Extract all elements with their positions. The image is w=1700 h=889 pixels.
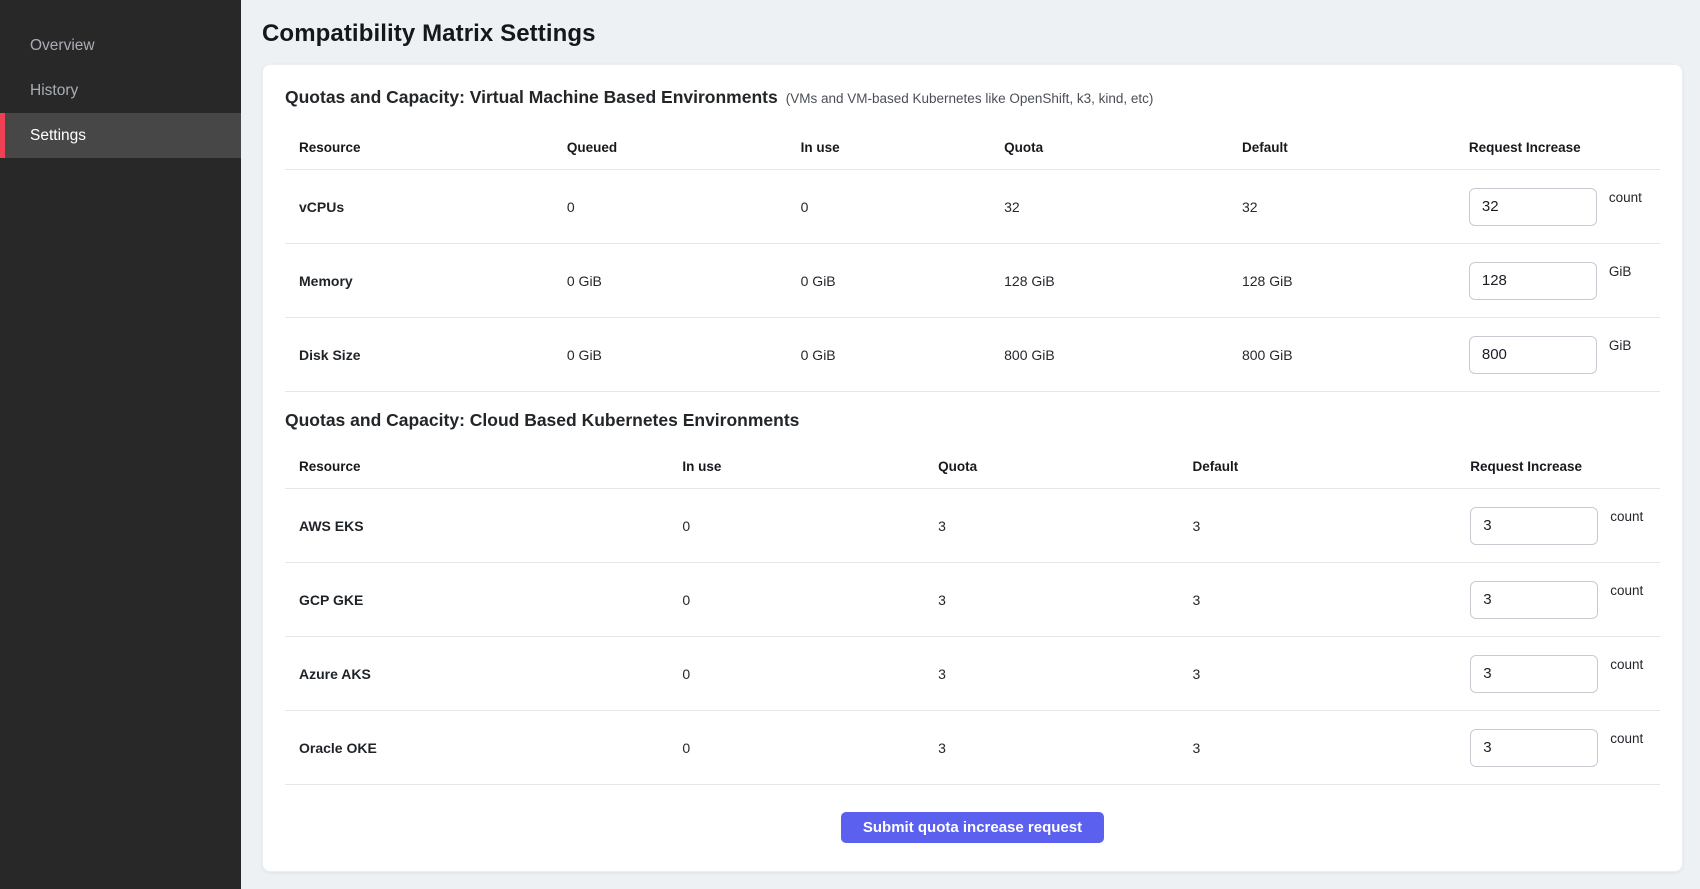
quota-value: 128 GiB [1004,273,1242,289]
sidebar-item-label: Settings [30,127,86,145]
cloud-section-header: Quotas and Capacity: Cloud Based Kuberne… [285,410,1660,431]
column-header-resource: Resource [285,459,682,474]
column-header-request-increase: Request Increase [1470,459,1660,474]
sidebar-item-overview[interactable]: Overview [0,23,241,68]
in-use-value: 0 [682,740,938,756]
page-title: Compatibility Matrix Settings [262,20,1683,48]
resource-name: AWS EKS [285,518,682,534]
request-increase-input[interactable] [1469,188,1597,226]
request-increase-input[interactable] [1470,507,1598,545]
default-value: 3 [1193,740,1471,756]
default-value: 128 GiB [1242,273,1469,289]
settings-card: Quotas and Capacity: Virtual Machine Bas… [262,64,1683,872]
cloud-quota-table: Resource In use Quota Default Request In… [285,445,1660,785]
table-header-row: Resource Queued In use Quota Default Req… [285,126,1660,170]
vm-section-header: Quotas and Capacity: Virtual Machine Bas… [285,87,1660,108]
default-value: 3 [1193,518,1471,534]
request-increase-input[interactable] [1469,336,1597,374]
in-use-value: 0 [682,592,938,608]
sidebar-item-history[interactable]: History [0,68,241,113]
unit-label: GiB [1609,264,1632,279]
queued-value: 0 GiB [567,347,801,363]
column-header-quota: Quota [938,459,1192,474]
sidebar-item-settings[interactable]: Settings [0,113,241,158]
queued-value: 0 [567,199,801,215]
vm-section-title: Quotas and Capacity: Virtual Machine Bas… [285,87,778,108]
request-increase-input[interactable] [1469,262,1597,300]
column-header-resource: Resource [285,140,567,155]
in-use-value: 0 GiB [801,347,1005,363]
in-use-value: 0 [801,199,1005,215]
quota-value: 32 [1004,199,1242,215]
default-value: 3 [1193,592,1471,608]
column-header-default: Default [1242,140,1469,155]
sidebar: Overview History Settings [0,0,241,889]
in-use-value: 0 GiB [801,273,1005,289]
unit-label: count [1609,190,1642,205]
request-increase-input[interactable] [1470,581,1598,619]
resource-name: GCP GKE [285,592,682,608]
table-row: Disk Size 0 GiB 0 GiB 800 GiB 800 GiB Gi… [285,318,1660,392]
default-value: 3 [1193,666,1471,682]
resource-name: Disk Size [285,347,567,363]
table-row: Memory 0 GiB 0 GiB 128 GiB 128 GiB GiB [285,244,1660,318]
vm-quota-table: Resource Queued In use Quota Default Req… [285,126,1660,392]
unit-label: count [1610,657,1643,672]
main-content: Compatibility Matrix Settings Quotas and… [241,0,1700,889]
resource-name: Memory [285,273,567,289]
table-row: Oracle OKE 0 3 3 count [285,711,1660,785]
column-header-in-use: In use [801,140,1005,155]
table-row: AWS EKS 0 3 3 count [285,489,1660,563]
request-increase-input[interactable] [1470,729,1598,767]
quota-value: 3 [938,518,1192,534]
sidebar-item-label: History [30,82,78,100]
unit-label: GiB [1609,338,1632,353]
sidebar-item-label: Overview [30,37,95,55]
cloud-section-title: Quotas and Capacity: Cloud Based Kuberne… [285,410,799,431]
table-row: Azure AKS 0 3 3 count [285,637,1660,711]
resource-name: vCPUs [285,199,567,215]
quota-value: 3 [938,592,1192,608]
vm-section-subtitle: (VMs and VM-based Kubernetes like OpenSh… [786,91,1154,106]
quota-value: 3 [938,740,1192,756]
column-header-quota: Quota [1004,140,1242,155]
resource-name: Oracle OKE [285,740,682,756]
default-value: 800 GiB [1242,347,1469,363]
table-row: GCP GKE 0 3 3 count [285,563,1660,637]
card-footer: Submit quota increase request [285,785,1660,853]
submit-quota-increase-button[interactable]: Submit quota increase request [841,812,1104,843]
table-header-row: Resource In use Quota Default Request In… [285,445,1660,489]
column-header-queued: Queued [567,140,801,155]
table-row: vCPUs 0 0 32 32 count [285,170,1660,244]
request-increase-input[interactable] [1470,655,1598,693]
column-header-in-use: In use [682,459,938,474]
default-value: 32 [1242,199,1469,215]
unit-label: count [1610,583,1643,598]
in-use-value: 0 [682,518,938,534]
queued-value: 0 GiB [567,273,801,289]
unit-label: count [1610,731,1643,746]
quota-value: 3 [938,666,1192,682]
unit-label: count [1610,509,1643,524]
in-use-value: 0 [682,666,938,682]
quota-value: 800 GiB [1004,347,1242,363]
resource-name: Azure AKS [285,666,682,682]
column-header-default: Default [1193,459,1471,474]
column-header-request-increase: Request Increase [1469,140,1660,155]
